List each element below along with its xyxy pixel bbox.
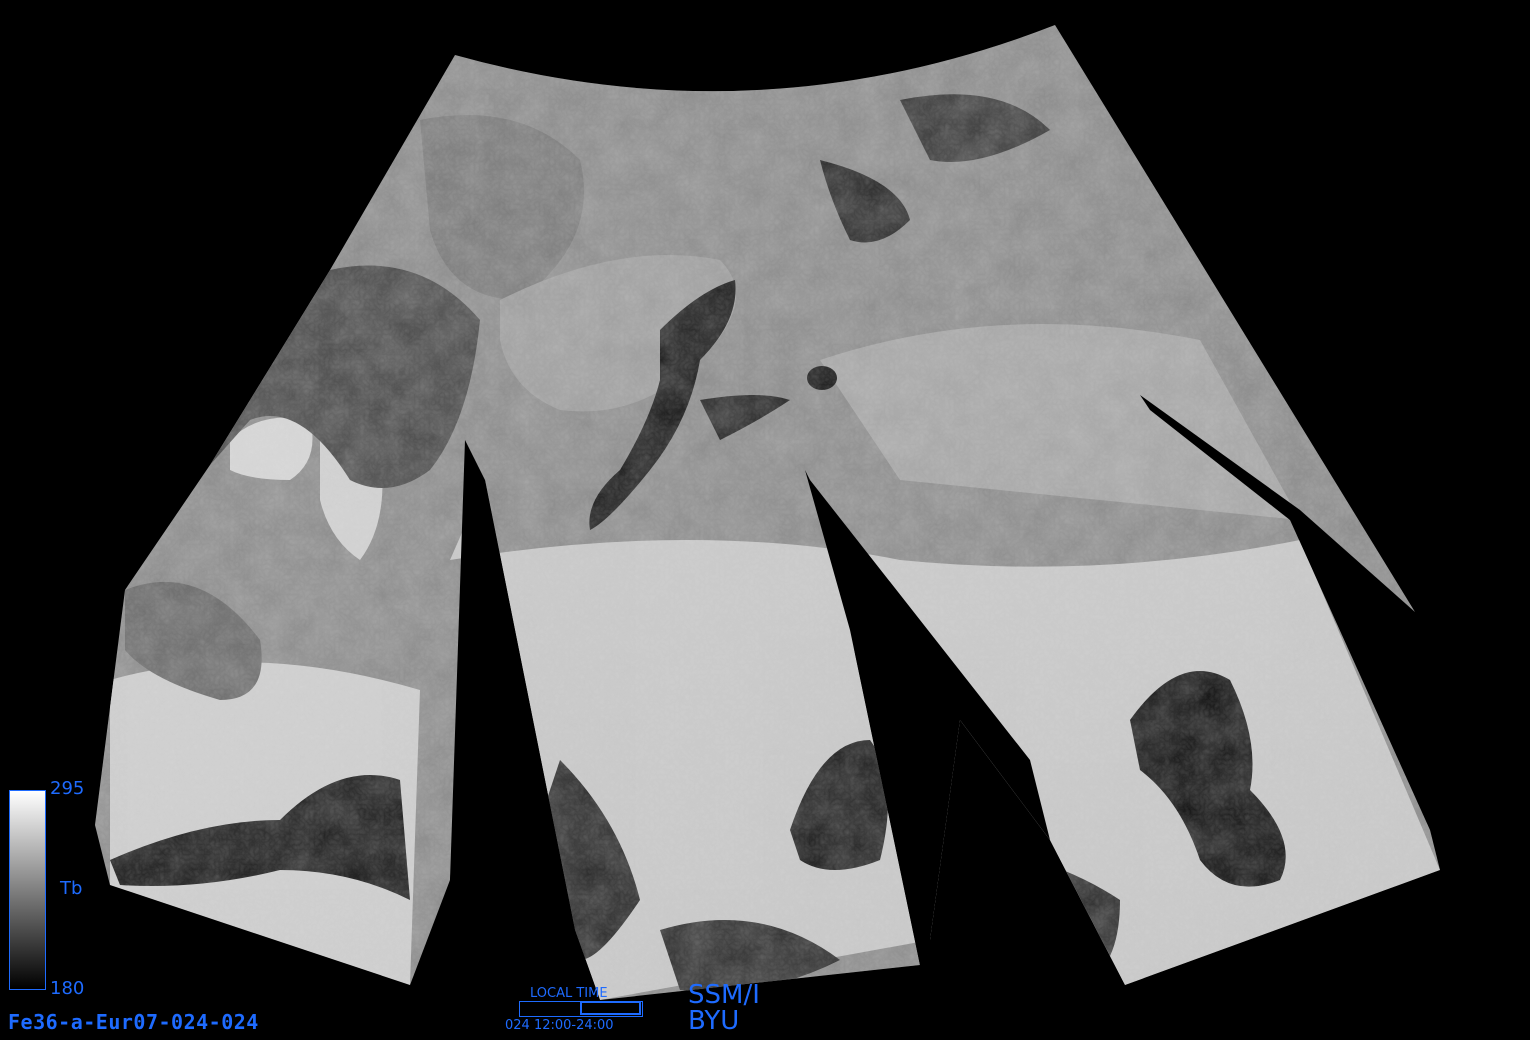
product-filename: Fe36-a-Eur07-024-024: [8, 1010, 259, 1034]
map-stage: 295 Tb 180 LOCAL TIME 024 12:00-24:00 SS…: [0, 0, 1530, 1040]
brightness-temperature-map: [95, 25, 1440, 1000]
local-time-range: 024 12:00-24:00: [505, 1018, 614, 1033]
local-time-label: LOCAL TIME: [530, 986, 608, 1001]
colorbar-min-label: 180: [50, 978, 85, 999]
colorbar-max-label: 295: [50, 778, 85, 799]
colorbar: [9, 790, 46, 990]
colorbar-unit-label: Tb: [60, 878, 83, 899]
organization-label: BYU: [688, 1006, 740, 1036]
local-time-fill: [580, 1001, 641, 1015]
